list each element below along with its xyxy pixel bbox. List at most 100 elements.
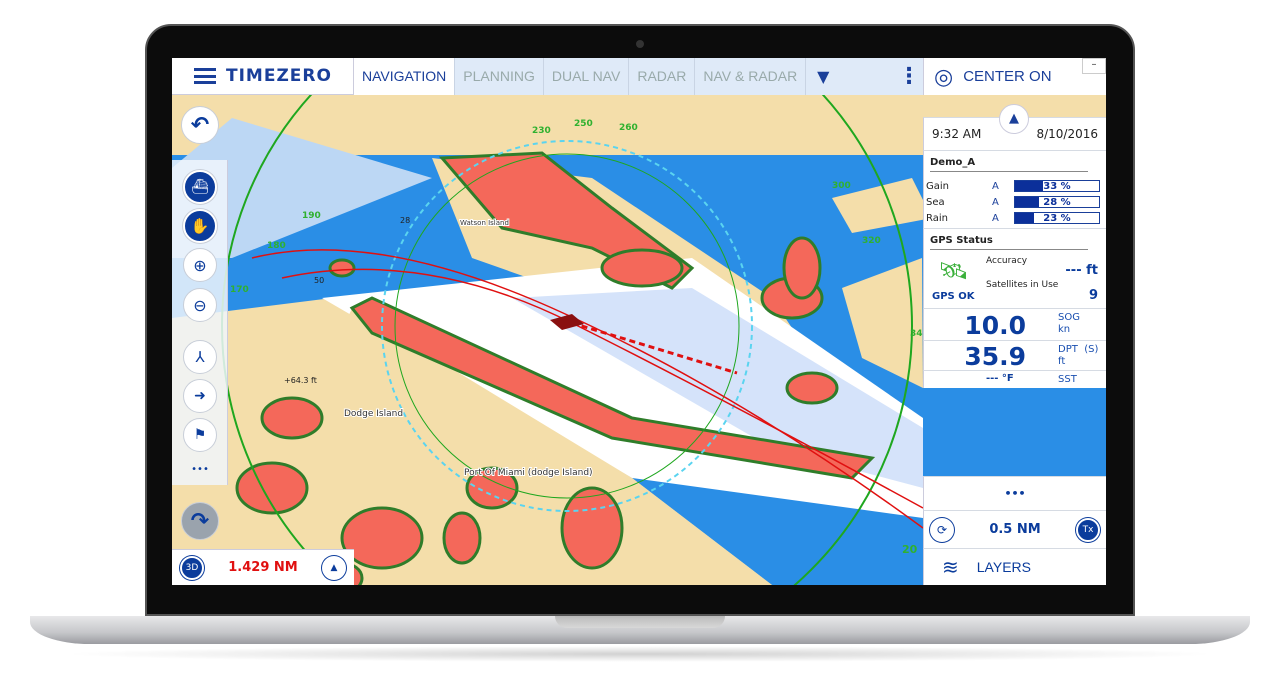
north-up-button[interactable]: ▲ xyxy=(322,555,346,580)
sea-row[interactable]: Sea A 28 % xyxy=(924,194,1106,210)
measure-button[interactable]: ⅄ xyxy=(183,340,217,374)
minimize-button[interactable]: – xyxy=(1082,58,1106,74)
satellites-label: Satellites in Use xyxy=(986,280,1059,290)
zoom-in-icon: ⊕ xyxy=(193,255,207,275)
laptop-notch xyxy=(555,616,725,628)
bottom-status-bar: 3D 1.429 NM ▲ xyxy=(172,549,354,585)
gain-row[interactable]: Gain A 33 % xyxy=(924,178,1106,194)
sea-slider[interactable]: 28 % xyxy=(1014,196,1100,208)
goto-button[interactable]: ➜ xyxy=(183,379,217,413)
satellites-value: 9 xyxy=(1088,288,1098,303)
accuracy-label: Accuracy xyxy=(986,256,1028,266)
radar-name: Demo_A xyxy=(930,157,976,168)
sst-display: --- °F SST xyxy=(923,370,1106,388)
gain-slider[interactable]: 33 % xyxy=(1014,180,1100,192)
tab-navigation[interactable]: NAVIGATION xyxy=(354,58,456,95)
center-on-button[interactable]: ◎ CENTER ON xyxy=(923,58,1106,95)
satellite-icon: 🛰 xyxy=(938,257,969,285)
map-label-250: 250 xyxy=(574,119,593,129)
gain-label: Gain xyxy=(926,180,949,192)
undo-button[interactable]: ↶ xyxy=(181,106,219,144)
sog-display: 10.0 SOG kn xyxy=(923,308,1106,340)
map-label-190: 190 xyxy=(302,211,321,221)
tab-radar[interactable]: RADAR xyxy=(629,58,696,95)
panel-more-button[interactable]: ••• xyxy=(923,476,1106,510)
map-label-170: 170 xyxy=(230,285,249,295)
divider xyxy=(930,171,1088,172)
goto-buoy-icon: ➜ xyxy=(194,388,206,404)
hand-icon: ✋ xyxy=(190,217,210,235)
rain-row[interactable]: Rain A 23 % xyxy=(924,210,1106,226)
rain-slider[interactable]: 23 % xyxy=(1014,212,1100,224)
gps-status-text: GPS OK xyxy=(932,291,975,302)
pan-button[interactable]: ✋ xyxy=(183,209,217,243)
sst-label: SST xyxy=(1058,374,1077,385)
sea-label: Sea xyxy=(926,196,945,208)
tab-planning[interactable]: PLANNING xyxy=(455,58,544,95)
right-panel: ◎ CENTER ON – ▲ 9:32 AM 8/10/2016 Demo_A… xyxy=(923,58,1106,585)
tab-dual-nav[interactable]: DUAL NAV xyxy=(543,58,630,95)
sog-label: SOG xyxy=(1058,312,1080,323)
gain-value: 33 % xyxy=(1043,181,1071,192)
zoom-in-button[interactable]: ⊕ xyxy=(183,248,217,282)
depth-unit: ft xyxy=(1058,356,1066,367)
boat-center-button[interactable]: ⛴ xyxy=(183,170,217,204)
depth-display: 35.9 DPT (S) ft xyxy=(923,340,1106,371)
undo-arrow-icon: ↶ xyxy=(190,112,210,138)
map-label-port-of-miami: Port Of Miami (dodge Island) xyxy=(464,468,593,478)
sog-value: 10.0 xyxy=(964,311,1026,340)
hamburger-icon xyxy=(194,68,216,84)
map-label-watson-island: Watson Island xyxy=(460,219,509,227)
map-label-34: 34 xyxy=(910,329,923,339)
radar-controls: Demo_A Gain A 33 % Sea A 28 % Rain A 23 % xyxy=(923,150,1106,228)
map-label-300: 300 xyxy=(832,181,851,191)
mark-button[interactable]: ⚑ xyxy=(183,418,217,452)
rain-value: 23 % xyxy=(1043,213,1071,224)
north-arrow-icon: ▲ xyxy=(330,562,338,573)
map-label-180: 180 xyxy=(267,241,286,251)
redo-button[interactable]: ↷ xyxy=(181,502,219,540)
divider xyxy=(930,249,1088,250)
more-options-icon[interactable]: ⋮ xyxy=(895,58,923,95)
3d-toggle-button[interactable]: 3D xyxy=(180,555,204,580)
radar-range-bar: ⟳ 0.5 NM Tx xyxy=(923,510,1106,548)
depth-value: 35.9 xyxy=(964,342,1026,371)
boat-icon: ⛴ xyxy=(191,179,209,195)
map-depth-28: 28 xyxy=(400,216,410,225)
buoy-icon: ⚑ xyxy=(193,427,207,443)
laptop-shadow xyxy=(60,646,1220,662)
transmit-button[interactable]: Tx xyxy=(1076,518,1100,542)
rain-mode: A xyxy=(992,212,999,224)
sog-unit: kn xyxy=(1058,324,1071,335)
map-label-20: 20 xyxy=(902,543,918,556)
gps-title: GPS Status xyxy=(930,235,993,246)
collapse-panel-button[interactable]: ▲ xyxy=(999,104,1029,134)
depth-label: DPT (S) xyxy=(1058,344,1099,355)
zoom-out-icon: ⊖ xyxy=(193,295,207,315)
compass-divider-icon: ⅄ xyxy=(195,348,205,366)
main-menu-button[interactable]: TIMEZERO xyxy=(172,58,354,95)
target-icon: ◎ xyxy=(934,63,954,89)
camera xyxy=(636,40,644,48)
layers-button[interactable]: ≋ LAYERS xyxy=(923,548,1106,585)
layers-label: LAYERS xyxy=(976,559,1031,575)
zoom-out-button[interactable]: ⊖ xyxy=(183,288,217,322)
clock-time: 9:32 AM xyxy=(932,127,982,141)
tab-spacer: ⋮ xyxy=(840,58,923,95)
map-depth: +64.3 ft xyxy=(284,376,317,385)
map-label-320: 320 xyxy=(862,236,881,246)
tab-nav-radar[interactable]: NAV & RADAR xyxy=(695,58,807,95)
sst-value: --- °F xyxy=(986,373,1014,384)
redo-arrow-icon: ↷ xyxy=(190,508,210,534)
gain-mode: A xyxy=(992,180,999,192)
rain-label: Rain xyxy=(926,212,948,224)
tabs-more-dropdown[interactable]: ▼ xyxy=(806,58,841,95)
gps-status-card: GPS Status 🛰 GPS OK Accuracy --- ft Sate… xyxy=(923,228,1106,308)
brand-logo: TIMEZERO xyxy=(226,66,332,86)
map-label-230: 230 xyxy=(532,126,551,136)
triangle-up-icon: ▲ xyxy=(1009,111,1019,126)
toolbar-more-button[interactable]: ••• xyxy=(172,464,228,475)
left-toolbar: ⛴ ✋ ⊕ ⊖ ⅄ ➜ ⚑ ••• xyxy=(172,160,228,485)
map-depth-50: 50 xyxy=(314,276,324,285)
screen: 170 180 190 230 250 260 300 320 34 20 50… xyxy=(172,58,1106,585)
